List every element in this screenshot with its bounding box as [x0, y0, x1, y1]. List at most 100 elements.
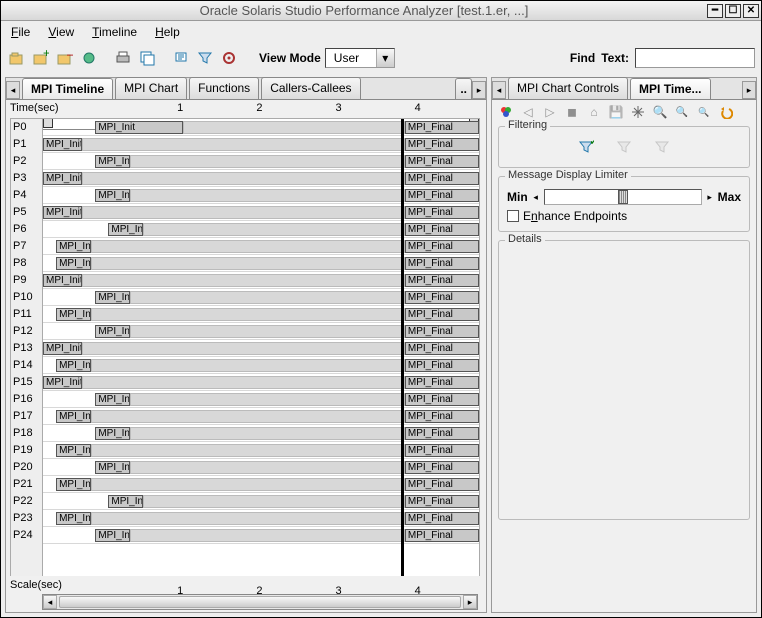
mpi-finalize-box[interactable]: MPI_Final — [405, 444, 479, 457]
compute-span[interactable] — [130, 155, 405, 168]
add-experiment-icon[interactable]: + — [31, 48, 51, 68]
new-window-icon[interactable] — [137, 48, 157, 68]
slider-min-arrow[interactable]: ◂ — [531, 192, 541, 203]
chevron-down-icon[interactable]: ▾ — [376, 49, 394, 67]
compute-span[interactable] — [82, 342, 405, 355]
mpi-init-box[interactable]: MPI_Init — [95, 529, 130, 542]
undo-icon[interactable] — [718, 104, 734, 120]
mpi-init-box[interactable]: MPI_Init — [56, 444, 91, 457]
mpi-finalize-box[interactable]: MPI_Final — [405, 155, 479, 168]
tab-callers-callees[interactable]: Callers-Callees — [261, 77, 360, 99]
tab-mpi-time-[interactable]: MPI Time... — [630, 78, 710, 99]
mpi-finalize-box[interactable]: MPI_Final — [405, 427, 479, 440]
mpi-init-box[interactable]: MPI_Init — [95, 393, 130, 406]
mpi-finalize-box[interactable]: MPI_Final — [405, 512, 479, 525]
mpi-finalize-box[interactable]: MPI_Final — [405, 121, 479, 134]
pan-icon[interactable] — [630, 104, 646, 120]
compute-span[interactable] — [130, 427, 405, 440]
compute-span[interactable] — [130, 189, 405, 202]
mpi-init-box[interactable]: MPI_Init — [43, 172, 82, 185]
menu-timeline[interactable]: Timeline — [92, 25, 137, 39]
mpi-finalize-box[interactable]: MPI_Final — [405, 172, 479, 185]
mpi-finalize-box[interactable]: MPI_Final — [405, 291, 479, 304]
compute-span[interactable] — [91, 308, 405, 321]
filter-clear-icon[interactable] — [616, 139, 632, 155]
mpi-init-box[interactable]: MPI_Init — [43, 138, 82, 151]
mpi-init-box[interactable]: MPI_Init — [43, 376, 82, 389]
time-cursor[interactable] — [401, 119, 404, 576]
tab-scroll-right[interactable]: ▸ — [472, 81, 486, 99]
compute-span[interactable] — [91, 257, 405, 270]
mpi-finalize-box[interactable]: MPI_Final — [405, 274, 479, 287]
enhance-endpoints-checkbox[interactable]: Enhance Endpoints — [507, 209, 741, 223]
horizontal-scrollbar[interactable]: ◂ ▸ — [42, 594, 478, 610]
compute-span[interactable] — [91, 359, 405, 372]
filter-add-icon[interactable]: ✓ — [578, 139, 594, 155]
step-forward-icon[interactable]: ▷ — [542, 104, 558, 120]
compute-span[interactable] — [91, 240, 405, 253]
compute-span[interactable] — [82, 138, 405, 151]
mpi-finalize-box[interactable]: MPI_Final — [405, 206, 479, 219]
mpi-init-box[interactable]: MPI_Init — [95, 155, 130, 168]
tab-scroll-right[interactable]: ▸ — [742, 81, 756, 99]
tab-overflow[interactable]: .. — [455, 78, 472, 99]
slider-thumb[interactable] — [618, 190, 628, 204]
mpi-finalize-box[interactable]: MPI_Final — [405, 359, 479, 372]
compute-span[interactable] — [130, 325, 405, 338]
compute-span[interactable] — [143, 223, 405, 236]
mpi-init-box[interactable]: MPI_Init — [108, 495, 143, 508]
compute-span[interactable] — [82, 274, 405, 287]
compute-span[interactable] — [130, 529, 405, 542]
tab-mpi-chart[interactable]: MPI Chart — [115, 77, 187, 99]
minimize-button[interactable]: ━ — [707, 4, 723, 18]
compute-span[interactable] — [82, 376, 405, 389]
mpi-finalize-box[interactable]: MPI_Final — [405, 257, 479, 270]
mpi-init-box[interactable]: MPI_Init — [95, 427, 130, 440]
filter-remove-icon[interactable] — [654, 139, 670, 155]
menu-help[interactable]: Help — [155, 25, 180, 39]
menu-file[interactable]: File — [11, 25, 30, 39]
mpi-init-box[interactable]: MPI_Init — [43, 206, 82, 219]
mpi-init-box[interactable]: MPI_Init — [43, 342, 82, 355]
save-icon[interactable]: 💾 — [608, 104, 624, 120]
mpi-init-box[interactable]: MPI_Init — [95, 325, 130, 338]
home-icon[interactable]: ⌂ — [586, 104, 602, 120]
mpi-init-box[interactable]: MPI_Init — [56, 359, 91, 372]
mpi-finalize-box[interactable]: MPI_Final — [405, 529, 479, 542]
stop-icon[interactable]: ◼ — [564, 104, 580, 120]
mpi-init-box[interactable]: MPI_Init — [56, 308, 91, 321]
print-icon[interactable] — [113, 48, 133, 68]
zoom-out-icon[interactable]: 🔍 — [674, 104, 690, 120]
open-experiment-icon[interactable] — [7, 48, 27, 68]
settings-icon[interactable] — [219, 48, 239, 68]
mpi-init-box[interactable]: MPI_Init — [95, 189, 130, 202]
scroll-left-button[interactable]: ◂ — [43, 595, 57, 609]
compute-span[interactable] — [130, 291, 405, 304]
compute-span[interactable] — [183, 121, 405, 134]
mpi-init-box[interactable]: MPI_Init — [95, 291, 130, 304]
maximize-button[interactable]: ☐ — [725, 4, 741, 18]
mpi-finalize-box[interactable]: MPI_Final — [405, 308, 479, 321]
compute-span[interactable] — [130, 461, 405, 474]
mpi-finalize-box[interactable]: MPI_Final — [405, 393, 479, 406]
find-input[interactable] — [635, 48, 755, 68]
mpi-init-box[interactable]: MPI_Init — [95, 461, 130, 474]
compute-span[interactable] — [82, 206, 405, 219]
mpi-finalize-box[interactable]: MPI_Final — [405, 342, 479, 355]
checkbox-icon[interactable] — [507, 210, 519, 222]
mpi-init-box[interactable]: MPI_Init — [43, 274, 82, 287]
compute-span[interactable] — [91, 410, 405, 423]
mpi-finalize-box[interactable]: MPI_Final — [405, 138, 479, 151]
mpi-finalize-box[interactable]: MPI_Final — [405, 495, 479, 508]
filter-icon[interactable] — [195, 48, 215, 68]
compute-span[interactable] — [143, 495, 405, 508]
zoom-fit-icon[interactable]: 🔍 — [696, 104, 712, 120]
mpi-finalize-box[interactable]: MPI_Final — [405, 325, 479, 338]
mpi-finalize-box[interactable]: MPI_Final — [405, 410, 479, 423]
step-back-icon[interactable]: ◁ — [520, 104, 536, 120]
scroll-thumb[interactable] — [59, 596, 461, 608]
close-button[interactable]: ✕ — [743, 4, 759, 18]
mpi-init-box[interactable]: MPI_Init — [108, 223, 143, 236]
mpi-finalize-box[interactable]: MPI_Final — [405, 478, 479, 491]
zoom-in-icon[interactable]: 🔍 — [652, 104, 668, 120]
